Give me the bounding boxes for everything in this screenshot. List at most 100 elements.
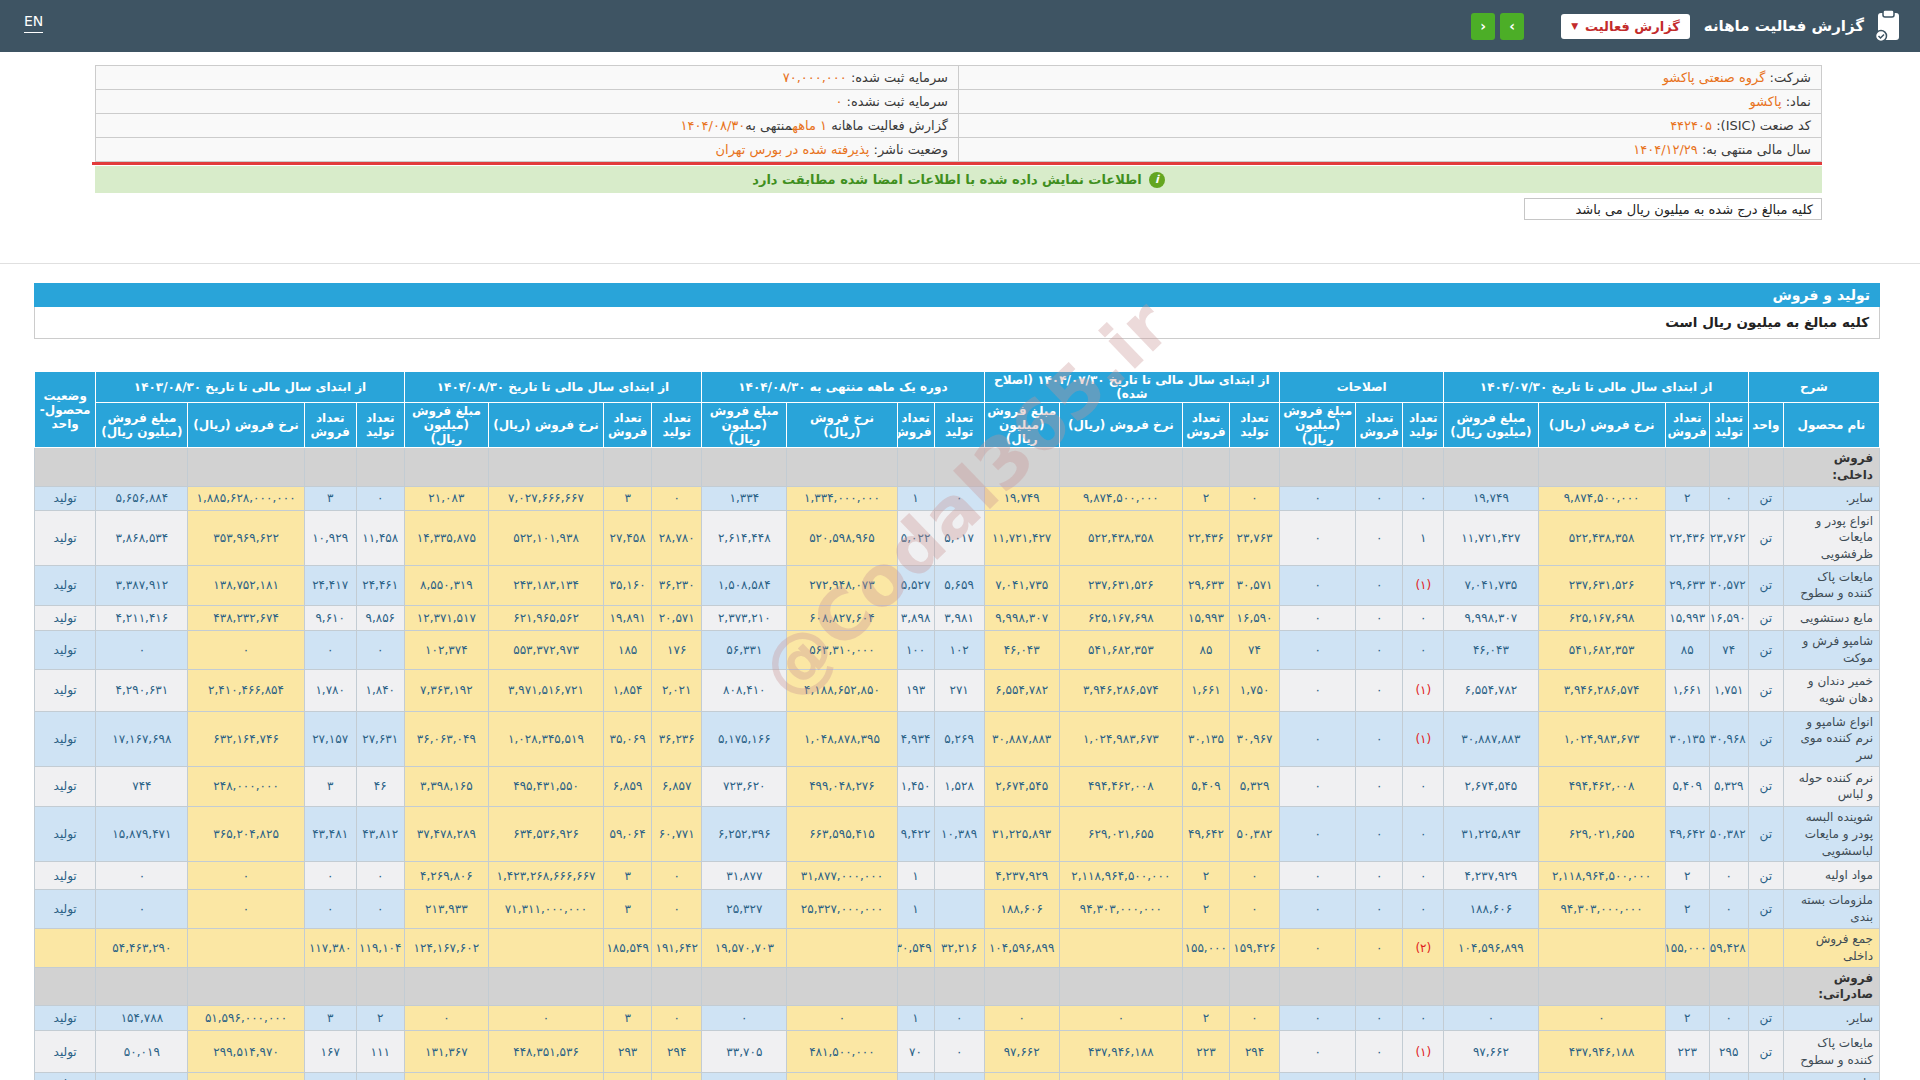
metric-header: تعداد فروش bbox=[1665, 403, 1709, 448]
value-cell: ۳۷,۴۷۸,۲۸۹ bbox=[404, 806, 488, 861]
value-cell: ۸۵ bbox=[1182, 630, 1229, 669]
value-cell: ۷۱,۳۱۱,۰۰۰,۰۰۰ bbox=[488, 890, 603, 929]
company-info-cell: وضعیت ناشر: پذیرفته شده در بورس تهران bbox=[96, 138, 959, 162]
value-cell: ۵۲۲,۱۰۱,۹۳۸ bbox=[488, 510, 603, 565]
previous-report-button[interactable]: ‹ bbox=[1471, 13, 1495, 40]
value-cell: ۳۶۹ bbox=[1230, 1073, 1280, 1080]
value-cell: ۲۷۱ bbox=[934, 669, 984, 711]
value-cell: ۱ bbox=[897, 862, 934, 890]
value-cell: ۵,۶۵۶,۸۸۴ bbox=[96, 486, 188, 510]
table-row: مواد اولیهتن۰۲۲,۱۱۸,۹۶۴,۵۰۰,۰۰۰۴,۲۳۷,۹۲۹… bbox=[35, 862, 1880, 890]
value-cell: ۱۵۵,۰۰۰ bbox=[1665, 928, 1709, 967]
value-cell: ۴,۲۳۷,۹۲۹ bbox=[1444, 862, 1538, 890]
section-cell bbox=[1182, 448, 1229, 487]
section-row: فروش صادراتی: bbox=[35, 967, 1880, 1006]
navbar-right-cluster: گزارش فعالیت ماهانه گزارش فعالیت ▼ › ‹ bbox=[1466, 0, 1902, 52]
metric-header: تعداد فروش bbox=[304, 403, 356, 448]
value-cell: ۶۶۳,۵۹۵,۴۱۵ bbox=[787, 806, 897, 861]
value-cell: ۸۵ bbox=[1665, 630, 1709, 669]
status-cell: تولید bbox=[35, 630, 96, 669]
value-cell: ۵۹,۰۶۴ bbox=[604, 806, 652, 861]
value-cell: ۴۲۶,۵۰۰,۹۹۴ bbox=[188, 1073, 304, 1080]
value-cell: ۱۹۳ bbox=[897, 669, 934, 711]
value-cell: ۰ bbox=[1280, 890, 1356, 929]
period-group-header: از ابتدای سال مالی تا تاریخ ۱۴۰۴/۰۸/۳۰ bbox=[404, 372, 701, 403]
value-cell: ۱۲,۳۷۱,۵۱۷ bbox=[404, 605, 488, 630]
value-cell: ۹,۸۵۶ bbox=[356, 605, 404, 630]
value-cell: ۶۲۱,۹۶۵,۵۶۲ bbox=[488, 605, 603, 630]
banner-text: اطلاعات نمایش داده شده با اطلاعات امضا ش… bbox=[752, 172, 1142, 187]
value-cell: ۰ bbox=[304, 890, 356, 929]
value-cell: ۹,۸۷۴,۵۰۰,۰۰۰ bbox=[1538, 486, 1665, 510]
language-toggle-en[interactable]: EN bbox=[24, 13, 43, 33]
value-cell: ۰ bbox=[1356, 510, 1403, 565]
value-cell: ۳۰,۵۷۲ bbox=[1709, 565, 1748, 605]
section-cell bbox=[1230, 448, 1280, 487]
value-cell: ۰ bbox=[1356, 806, 1403, 861]
metric-header: تعداد فروش bbox=[897, 403, 934, 448]
value-cell: ۱,۷۵۰ bbox=[1230, 669, 1280, 711]
section-cell bbox=[1356, 448, 1403, 487]
value-cell: ۱۰۲ bbox=[934, 630, 984, 669]
signature-match-banner: i اطلاعات نمایش داده شده با اطلاعات امضا… bbox=[95, 166, 1822, 193]
value-cell: ۹,۹۹۸,۳۰۷ bbox=[1444, 605, 1538, 630]
value-cell: ۳۶,۰۶۳,۰۴۹ bbox=[404, 711, 488, 766]
value-cell: ۲ bbox=[1182, 862, 1229, 890]
value-cell: ۰ bbox=[1280, 928, 1356, 967]
next-report-button[interactable]: › bbox=[1500, 13, 1524, 40]
value-cell: ۰ bbox=[787, 1006, 897, 1031]
table-units-note: کلیه مبالغ به میلیون ریال است bbox=[34, 307, 1880, 339]
section-cell bbox=[304, 967, 356, 1006]
value-cell: ۲۴,۴۶۱ bbox=[356, 565, 404, 605]
value-cell: ۵۶۳,۳۱۰,۰۰۰ bbox=[787, 630, 897, 669]
value-cell: ۰ bbox=[1538, 1006, 1665, 1031]
metric-header: نرخ فروش (ریال) bbox=[787, 403, 897, 448]
value-cell: ۳ bbox=[604, 862, 652, 890]
value-cell: ۴۶,۰۴۳ bbox=[1444, 630, 1538, 669]
section-cell bbox=[1709, 448, 1748, 487]
value-cell: ۰ bbox=[1356, 928, 1403, 967]
section-label: فروش داخلی: bbox=[1783, 448, 1879, 487]
table-row: انواع پودر و مایعات ظرفشوییتن۲۳,۷۶۲۲۲,۴۳… bbox=[35, 510, 1880, 565]
metric-header: نرخ فروش (ریال) bbox=[188, 403, 304, 448]
section-cell bbox=[787, 967, 897, 1006]
section-cell bbox=[984, 448, 1059, 487]
value-cell: (۲) bbox=[1403, 928, 1444, 967]
value-cell: ۰ bbox=[1280, 806, 1356, 861]
production-sales-table: شرحاز ابتدای سال مالی تا تاریخ ۱۴۰۴/۰۷/۳… bbox=[34, 371, 1880, 1080]
value-cell: ۹۷,۶۶۲ bbox=[1444, 1031, 1538, 1073]
section-cell bbox=[1059, 448, 1182, 487]
section-cell bbox=[356, 448, 404, 487]
value-cell: ۲۹۴ bbox=[652, 1031, 702, 1073]
unit-cell: تن bbox=[1748, 711, 1783, 766]
unit-cell bbox=[1748, 928, 1783, 967]
value-cell: ۰ bbox=[652, 862, 702, 890]
value-cell: ۰ bbox=[1709, 1006, 1748, 1031]
value-cell: ۱۱۱ bbox=[356, 1031, 404, 1073]
value-cell bbox=[488, 928, 603, 967]
value-cell: ۷,۰۴۱,۷۳۵ bbox=[1444, 565, 1538, 605]
section-cell bbox=[96, 448, 188, 487]
section-cell bbox=[934, 448, 984, 487]
value-cell: ۰ bbox=[1280, 1031, 1356, 1073]
value-cell: ۰ bbox=[96, 890, 188, 929]
value-cell: ۰ bbox=[1280, 510, 1356, 565]
value-cell: ۶۲۹,۰۲۱,۶۵۵ bbox=[1538, 806, 1665, 861]
value-cell: ۰ bbox=[1280, 1006, 1356, 1031]
value-cell: ۰ bbox=[1356, 862, 1403, 890]
report-type-button[interactable]: گزارش فعالیت ▼ bbox=[1561, 14, 1690, 39]
value-cell: ۹۴,۳۰۳,۰۰۰,۰۰۰ bbox=[1059, 890, 1182, 929]
table-row: مایعات پاک کننده و سطوحتن۳۰,۵۷۲۲۹,۶۳۳۲۳۷… bbox=[35, 565, 1880, 605]
value-cell: ۵۲۷ bbox=[356, 1073, 404, 1080]
value-cell: ۱۸۵ bbox=[604, 630, 652, 669]
value-cell: ۵,۳۲۹ bbox=[1709, 766, 1748, 806]
value-cell bbox=[1538, 928, 1665, 967]
value-cell: ۵۶,۳۳۱ bbox=[702, 630, 787, 669]
value-cell: ۱۳۸,۷۵۲,۱۸۱ bbox=[188, 565, 304, 605]
value-cell: ۳۰,۹۶۷ bbox=[1230, 711, 1280, 766]
value-cell: ۰ bbox=[1356, 630, 1403, 669]
value-cell: ۳۶۹ bbox=[1709, 1073, 1748, 1080]
section-cell bbox=[1538, 967, 1665, 1006]
value-cell: ۳۵۳,۹۶۹,۶۲۲ bbox=[188, 510, 304, 565]
value-cell: (۱) bbox=[1403, 669, 1444, 711]
